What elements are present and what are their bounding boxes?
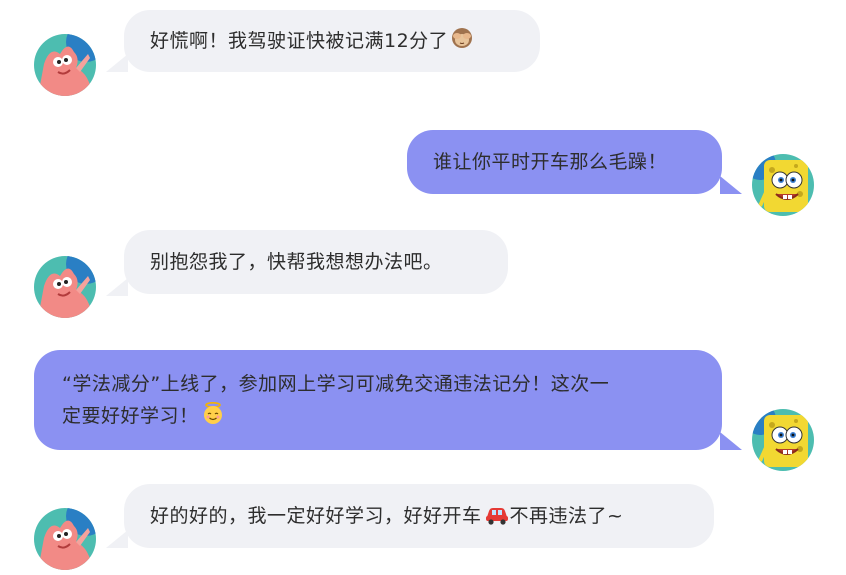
message-row-5: 好的好的，我一定好好学习，好好开车 不再违法了~	[0, 470, 846, 575]
spongebob-avatar[interactable]	[752, 154, 814, 216]
message-text-line-1: “学法减分”上线了，参加网上学习可减免交通违法记分！这次一	[62, 373, 610, 395]
bubble-tail	[720, 176, 742, 194]
message-bubble[interactable]: 好慌啊！我驾驶证快被记满12分了	[124, 10, 540, 72]
see-no-evil-monkey-icon	[450, 26, 474, 60]
message-text-line-2: 定要好好学习！	[62, 405, 199, 427]
message-text: 谁让你平时开车那么毛躁！	[433, 151, 668, 173]
message-text-before: 好的好的，我一定好好学习，好好开车	[150, 505, 482, 527]
message-row-1: 好慌啊！我驾驶证快被记满12分了	[0, 0, 846, 110]
message-bubble[interactable]: 好的好的，我一定好好学习，好好开车 不再违法了~	[124, 484, 714, 548]
car-icon	[484, 503, 510, 535]
patrick-avatar[interactable]	[34, 34, 96, 96]
message-bubble[interactable]: “学法减分”上线了，参加网上学习可减免交通违法记分！这次一 定要好好学习！	[34, 350, 722, 450]
bubble-tail	[106, 54, 128, 72]
message-row-2: 谁让你平时开车那么毛躁！	[0, 110, 846, 220]
smiling-face-with-halo-icon	[201, 401, 225, 435]
message-row-4: “学法减分”上线了，参加网上学习可减免交通违法记分！这次一 定要好好学习！	[0, 330, 846, 471]
patrick-avatar[interactable]	[34, 508, 96, 570]
message-bubble[interactable]: 谁让你平时开车那么毛躁！	[407, 130, 722, 194]
chat-conversation: 好慌啊！我驾驶证快被记满12分了 谁让你平时开车那么毛躁！ 别抱怨我了，快帮我想…	[0, 0, 846, 575]
message-text: 别抱怨我了，快帮我想想办法吧。	[150, 251, 443, 273]
message-text: 好慌啊！我驾驶证快被记满12分了	[150, 30, 449, 52]
patrick-avatar[interactable]	[34, 256, 96, 318]
bubble-tail	[106, 278, 128, 296]
spongebob-avatar[interactable]	[752, 409, 814, 471]
bubble-tail	[720, 432, 742, 450]
message-bubble[interactable]: 别抱怨我了，快帮我想想办法吧。	[124, 230, 508, 294]
message-text-after: 不再违法了~	[509, 505, 624, 527]
bubble-tail	[106, 530, 128, 548]
message-row-3: 别抱怨我了，快帮我想想办法吧。	[0, 220, 846, 330]
